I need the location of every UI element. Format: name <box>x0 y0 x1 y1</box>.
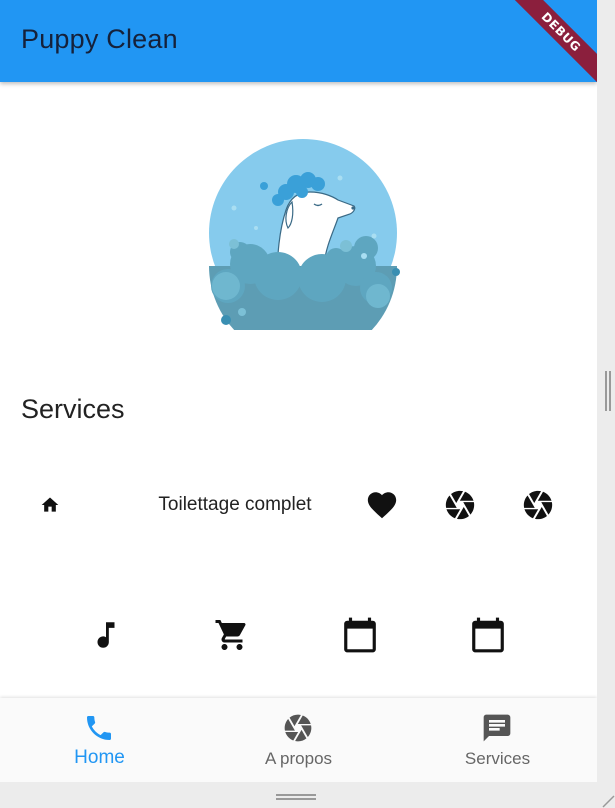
camera-shutter-icon[interactable] <box>516 480 560 530</box>
phone-icon <box>87 716 111 740</box>
chat-icon <box>483 714 511 742</box>
music-note-icon[interactable] <box>76 612 136 658</box>
app-window: Puppy Clean DEBUG Services Toilettage co… <box>0 0 597 782</box>
service-item[interactable]: Toilettage complet <box>140 480 330 530</box>
shopping-cart-icon[interactable] <box>202 612 262 658</box>
nav-item-a-propos[interactable]: A propos <box>199 698 398 782</box>
calendar-icon[interactable] <box>458 612 518 658</box>
vertical-resize-handle[interactable] <box>605 371 611 411</box>
resize-corner-icon[interactable] <box>601 794 615 808</box>
calendar-icon[interactable] <box>330 612 390 658</box>
nav-item-services[interactable]: Services <box>398 698 597 782</box>
dog-bath-illustration <box>206 136 400 360</box>
app-bar: Puppy Clean <box>0 0 597 82</box>
app-title: Puppy Clean <box>21 24 178 54</box>
home-icon[interactable] <box>30 480 70 530</box>
nav-label-home: Home <box>74 747 125 768</box>
nav-label-services: Services <box>464 749 531 768</box>
services-row-1: Toilettage complet <box>0 480 597 530</box>
heart-icon[interactable] <box>360 480 404 530</box>
service-label: Toilettage complet <box>158 494 312 515</box>
services-heading: Services <box>21 394 125 424</box>
camera-shutter-icon <box>284 714 312 742</box>
services-row-2 <box>0 612 597 658</box>
horizontal-resize-handle[interactable] <box>276 794 316 800</box>
camera-shutter-icon[interactable] <box>438 480 482 530</box>
nav-item-home[interactable]: Home <box>0 698 199 782</box>
nav-label-a-propos: A propos <box>264 749 333 768</box>
bottom-navigation: Home A propos Services <box>0 698 597 782</box>
